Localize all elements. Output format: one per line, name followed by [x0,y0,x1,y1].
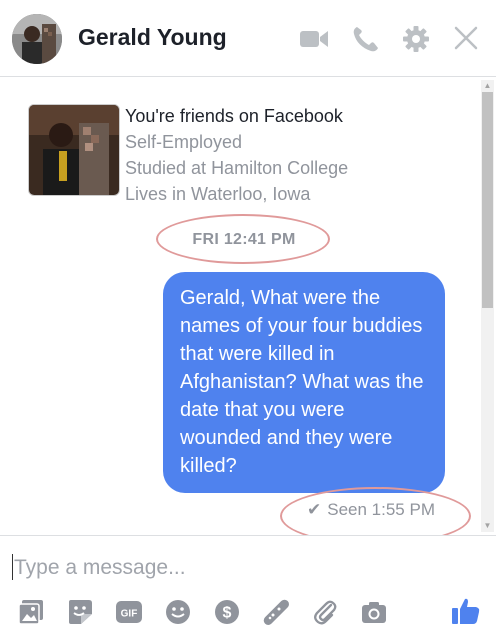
profile-location: Lives in Waterloo, Iowa [125,184,311,204]
chat-header: Gerald Young [0,0,496,77]
emoji-icon[interactable] [164,598,192,626]
seen-receipt-text: Seen 1:55 PM [327,500,435,519]
video-call-icon[interactable] [298,24,330,54]
avatar[interactable] [12,14,62,64]
scroll-down-arrow-icon[interactable]: ▼ [481,520,494,532]
phone-call-icon[interactable] [350,24,382,54]
message-timestamp: FRI 12:41 PM [192,231,296,248]
contact-name[interactable]: Gerald Young [78,24,227,51]
profile-picture[interactable] [28,104,120,196]
message-input[interactable] [12,552,476,584]
profile-education: Studied at Hamilton College [125,158,349,178]
composer: GIF $ [0,535,496,644]
svg-text:GIF: GIF [121,609,138,620]
svg-text:$: $ [223,605,232,622]
scroll-up-arrow-icon[interactable]: ▲ [481,80,494,92]
like-icon[interactable] [450,595,482,627]
sent-message-bubble[interactable]: Gerald, What were the names of your four… [163,272,445,493]
attach-icon[interactable] [311,598,339,626]
camera-icon[interactable] [360,598,388,626]
friends-status: You're friends on Facebook [125,106,343,126]
checkmark-icon: ✔ [307,500,322,519]
payment-icon[interactable]: $ [213,598,241,626]
settings-gear-icon[interactable] [400,24,432,54]
scrollbar-thumb[interactable] [482,92,493,308]
photo-icon[interactable] [17,598,45,626]
game-icon[interactable] [262,598,290,626]
sticker-icon[interactable] [66,598,94,626]
seen-receipt: ✔ Seen 1:55 PM [286,500,456,522]
scrollbar[interactable]: ▲ ▼ [481,80,494,532]
gif-icon[interactable]: GIF [115,598,143,626]
profile-work: Self-Employed [125,132,243,152]
close-icon[interactable] [450,24,482,54]
